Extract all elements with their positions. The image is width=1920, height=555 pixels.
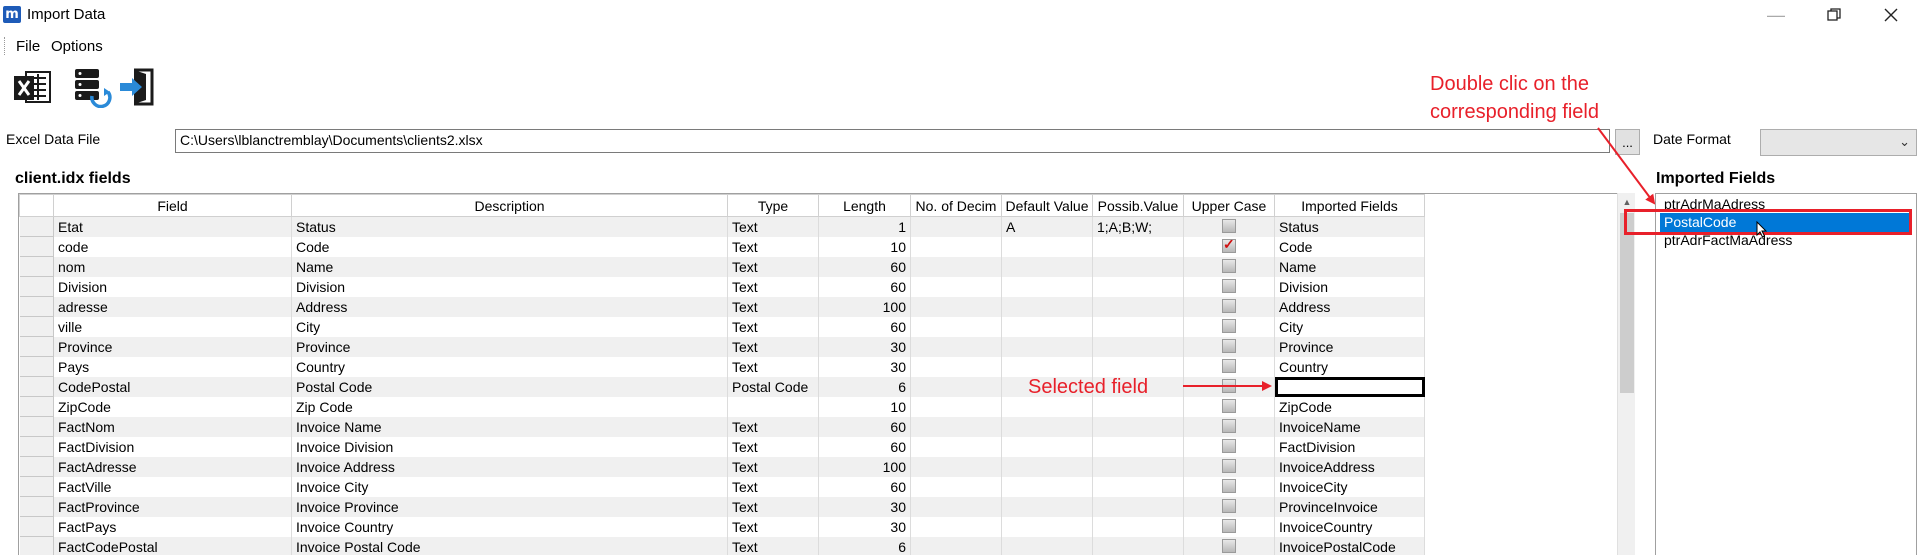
annotation-arrows: [1183, 127, 1656, 391]
arrow-to-imported-field: [1597, 127, 1656, 205]
